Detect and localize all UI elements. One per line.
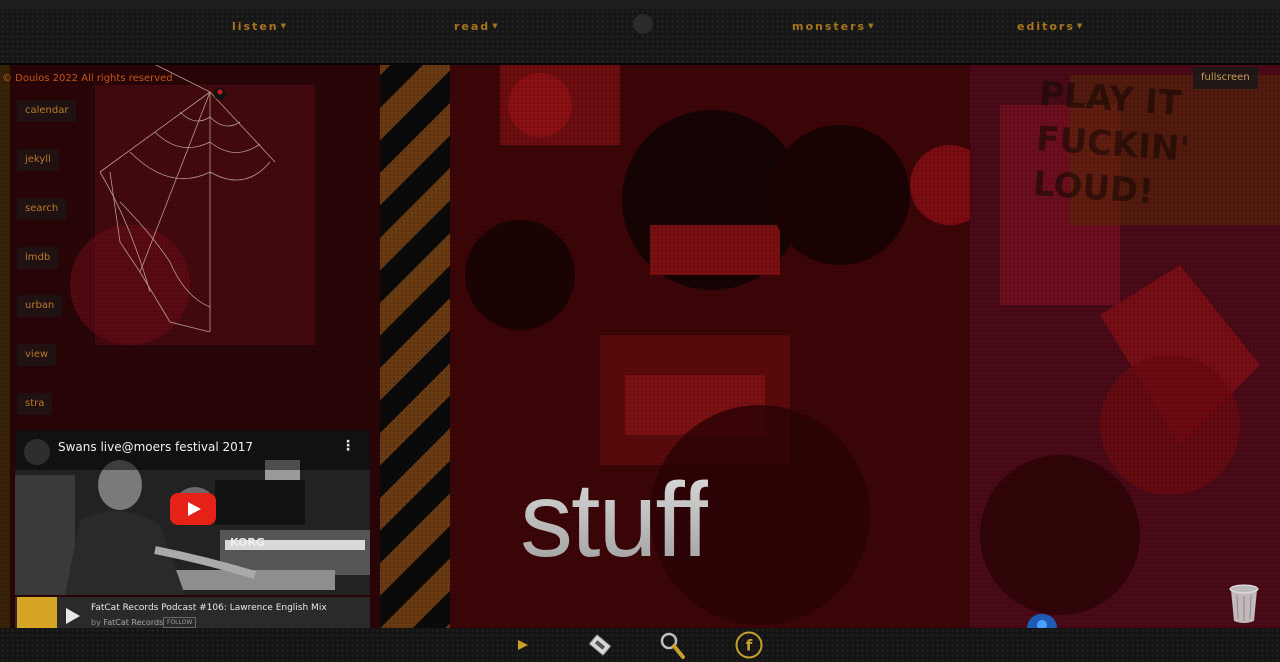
- side-link-calendar[interactable]: calendar: [17, 100, 77, 122]
- youtube-play-button[interactable]: [170, 493, 216, 525]
- chevron-down-icon: ▼: [280, 22, 289, 30]
- side-link-urban[interactable]: urban: [17, 295, 63, 317]
- copyright-text: © Doulos 2022 All rights reserved: [2, 73, 173, 84]
- follow-button[interactable]: FOLLOW: [163, 617, 197, 628]
- bottom-toolbar: f: [0, 628, 1280, 662]
- nav-monsters[interactable]: monsters ▼: [792, 20, 875, 33]
- svg-text:f: f: [746, 637, 753, 655]
- side-link-search[interactable]: search: [17, 198, 67, 220]
- side-link-stra[interactable]: stra: [17, 393, 53, 415]
- nav-read[interactable]: read ▼: [454, 20, 500, 33]
- soundcloud-player: FatCat Records Podcast #106: Lawrence En…: [15, 597, 370, 630]
- play-icon[interactable]: [517, 639, 529, 651]
- track-artwork[interactable]: [17, 597, 57, 630]
- spider-web-icon: [99, 62, 276, 332]
- page: listen ▼ read ▼ monsters ▼ editors ▼ © Doulo…: [0, 0, 1280, 662]
- side-link-imdb[interactable]: imdb: [17, 247, 59, 269]
- hero-word: stuff: [520, 461, 710, 579]
- side-link-view[interactable]: view: [17, 344, 57, 366]
- chevron-down-icon: ▼: [868, 22, 876, 30]
- video-title[interactable]: Swans live@moers festival 2017: [58, 440, 253, 454]
- channel-avatar[interactable]: [24, 439, 50, 465]
- play-icon[interactable]: [66, 608, 80, 624]
- artist-link[interactable]: FatCat Records: [103, 618, 163, 627]
- chevron-down-icon: ▼: [1076, 22, 1085, 30]
- poster-text: PLAY IT FUCKIN' LOUD!: [1032, 72, 1271, 223]
- nav-listen[interactable]: listen ▼: [232, 20, 288, 33]
- svg-text:KORG: KORG: [230, 536, 265, 549]
- nav-listen-label: listen: [232, 20, 279, 33]
- nav-monsters-label: monsters: [792, 20, 867, 33]
- side-link-jekyll[interactable]: jekyll: [17, 149, 59, 171]
- nav-editors[interactable]: editors ▼: [1017, 20, 1084, 33]
- top-nav-bar: listen ▼ read ▼ monsters ▼ editors ▼: [0, 0, 1280, 65]
- more-options-icon[interactable]: ⋮: [341, 438, 355, 454]
- chevron-down-icon: ▼: [492, 22, 500, 30]
- razor-icon[interactable]: [588, 632, 612, 658]
- nav-logo-dot[interactable]: [633, 14, 653, 34]
- trash-icon[interactable]: [1228, 583, 1260, 625]
- track-byline: by FatCat Records: [91, 618, 163, 627]
- nav-editors-label: editors: [1017, 20, 1075, 33]
- track-title[interactable]: FatCat Records Podcast #106: Lawrence En…: [91, 603, 327, 613]
- facebook-icon[interactable]: f: [735, 631, 763, 659]
- nav-read-label: read: [454, 20, 491, 33]
- youtube-embed[interactable]: KORG Swans live@moers festival 2017 ⋮: [15, 430, 370, 595]
- magnifier-icon[interactable]: [659, 631, 685, 659]
- by-label: by: [91, 618, 101, 627]
